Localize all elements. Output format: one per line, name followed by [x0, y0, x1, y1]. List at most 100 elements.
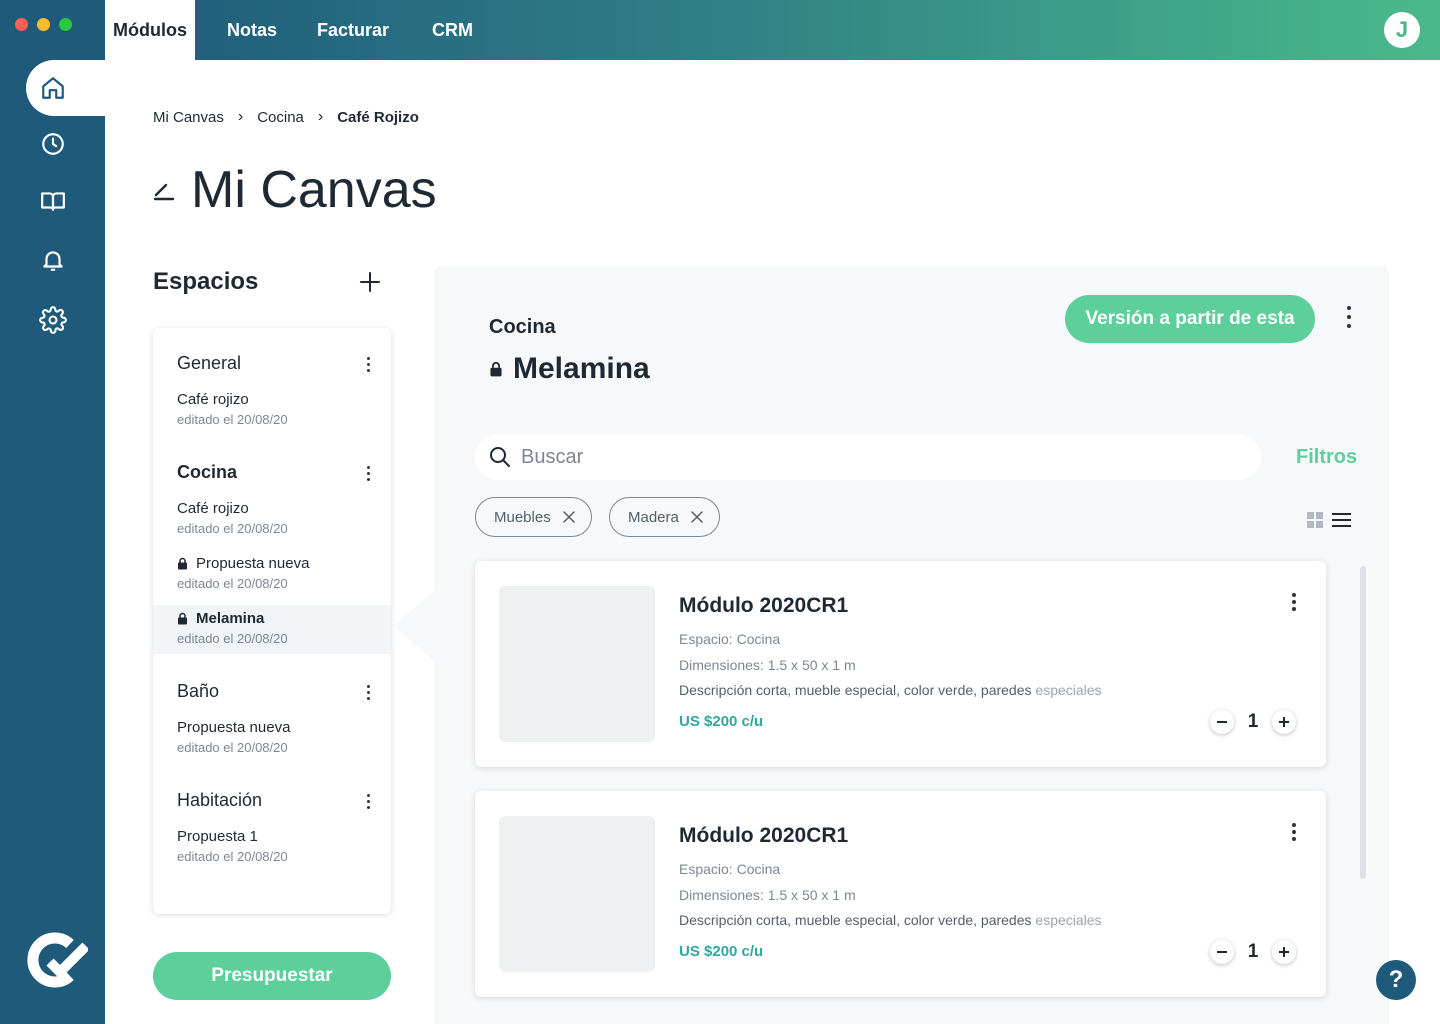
version-item-selected[interactable]: Melamina editado el 20/08/20 [153, 605, 391, 654]
tab-modulos[interactable]: Módulos [105, 0, 195, 60]
filter-chip[interactable]: Madera [609, 497, 720, 537]
detail-title-row: Melamina [489, 352, 650, 386]
minimize-window-button[interactable] [37, 18, 50, 31]
space-name-bano[interactable]: Baño [177, 681, 219, 702]
version-item[interactable]: Propuesta nueva editado el 20/08/20 [153, 719, 391, 755]
version-name: Propuesta nueva [177, 555, 391, 572]
breadcrumb: Mi Canvas › Cocina › Café Rojizo [153, 108, 419, 126]
clock-icon [41, 133, 64, 155]
version-item[interactable]: Propuesta 1 editado el 20/08/20 [153, 828, 391, 864]
product-price: US $200 c/u [679, 713, 764, 730]
increase-quantity-button[interactable] [1272, 710, 1296, 734]
product-description-text: Descripción corta, mueble especial, colo… [679, 682, 1036, 698]
zoom-window-button[interactable] [59, 18, 72, 31]
product-description-text: Descripción corta, mueble especial, colo… [679, 912, 1036, 928]
budget-button[interactable]: Presupuestar [153, 952, 391, 1000]
top-nav-bar: Módulos Notas Facturar CRM J [105, 0, 1440, 60]
rail-item-catalog[interactable] [0, 173, 105, 229]
new-version-button[interactable]: Versión a partir de esta [1065, 295, 1315, 343]
product-dimensions: Dimensiones: 1.5 x 50 x 1 m [679, 887, 856, 903]
plus-icon [1279, 717, 1289, 727]
chevron-right-icon: › [237, 108, 244, 125]
version-date: editado el 20/08/20 [177, 576, 288, 591]
filter-chip[interactable]: Muebles [475, 497, 592, 537]
version-name: Melamina [177, 610, 391, 627]
space-menu-button[interactable] [367, 357, 371, 375]
rail-item-history[interactable] [0, 116, 105, 172]
search-input[interactable] [521, 445, 1221, 469]
filters-link[interactable]: Filtros [1296, 446, 1357, 469]
quantity-value: 1 [1247, 941, 1259, 962]
product-description: Descripción corta, mueble especial, colo… [679, 912, 1102, 928]
rail-item-home[interactable] [26, 60, 105, 116]
list-view-icon[interactable] [1332, 512, 1351, 528]
tab-notas[interactable]: Notas [227, 0, 277, 60]
tab-crm[interactable]: CRM [432, 0, 473, 60]
space-menu-button[interactable] [367, 794, 371, 812]
user-avatar[interactable]: J [1384, 12, 1420, 48]
version-name: Propuesta 1 [177, 828, 258, 845]
product-description-fade: especiales [1035, 912, 1102, 928]
product-list-scrollbar[interactable] [1360, 566, 1366, 879]
detail-menu-button[interactable] [1347, 306, 1352, 333]
product-card[interactable]: Módulo 2020CR1 Espacio: Cocina Dimension… [475, 561, 1326, 767]
left-rail [0, 0, 105, 1024]
product-dimensions: Dimensiones: 1.5 x 50 x 1 m [679, 657, 856, 673]
close-icon[interactable] [691, 511, 703, 523]
close-window-button[interactable] [15, 18, 28, 31]
help-button[interactable]: ? [1376, 960, 1416, 1000]
rail-item-settings[interactable] [0, 292, 105, 348]
product-image [499, 586, 655, 742]
detail-version-title: Melamina [513, 352, 650, 385]
version-detail-panel: Cocina Melamina Versión a partir de esta… [434, 266, 1389, 1024]
plus-icon [1279, 947, 1289, 957]
add-space-button[interactable] [359, 271, 381, 293]
minus-icon [1217, 951, 1227, 953]
rail-item-notifications[interactable] [0, 232, 105, 288]
product-description-fade: especiales [1035, 682, 1102, 698]
book-icon [40, 192, 65, 211]
version-item[interactable]: Café rojizo editado el 20/08/20 [153, 500, 391, 536]
breadcrumb-current: Café Rojizo [337, 108, 419, 126]
version-name-text: Propuesta nueva [196, 555, 310, 572]
quantity-stepper: 1 [1210, 940, 1296, 964]
breadcrumb-item[interactable]: Mi Canvas [153, 109, 224, 126]
product-menu-button[interactable] [1292, 823, 1296, 844]
chip-label: Muebles [494, 508, 551, 526]
edit-pencil-icon[interactable] [153, 179, 175, 201]
breadcrumb-item[interactable]: Cocina [257, 109, 304, 126]
close-icon[interactable] [562, 511, 575, 523]
bell-icon [42, 251, 63, 271]
version-date: editado el 20/08/20 [177, 631, 288, 646]
version-item[interactable]: Propuesta nueva editado el 20/08/20 [153, 555, 391, 591]
space-menu-button[interactable] [367, 685, 371, 703]
version-name: Café rojizo [177, 391, 249, 408]
version-name-text: Melamina [196, 610, 265, 627]
chip-label: Madera [628, 508, 679, 526]
quantity-value: 1 [1247, 711, 1259, 732]
tab-facturar[interactable]: Facturar [317, 0, 389, 60]
version-name: Café rojizo [177, 500, 249, 517]
space-name-habitacion[interactable]: Habitación [177, 790, 262, 811]
increase-quantity-button[interactable] [1272, 940, 1296, 964]
version-date: editado el 20/08/20 [177, 412, 288, 427]
grid-view-icon[interactable] [1307, 512, 1323, 528]
lock-icon [490, 362, 502, 377]
lock-icon [178, 557, 187, 570]
decrease-quantity-button[interactable] [1210, 940, 1234, 964]
product-description: Descripción corta, mueble especial, colo… [679, 682, 1102, 698]
product-menu-button[interactable] [1292, 593, 1296, 614]
selection-pointer [393, 590, 435, 662]
version-date: editado el 20/08/20 [177, 740, 288, 755]
product-space: Espacio: Cocina [679, 861, 781, 877]
product-price: US $200 c/u [679, 943, 764, 960]
decrease-quantity-button[interactable] [1210, 710, 1234, 734]
space-name-general[interactable]: General [177, 353, 241, 374]
space-name-cocina[interactable]: Cocina [177, 462, 237, 483]
chevron-right-icon: › [317, 108, 324, 125]
search-icon [490, 447, 510, 467]
product-card[interactable]: Módulo 2020CR1 Espacio: Cocina Dimension… [475, 791, 1326, 997]
version-item[interactable]: Café rojizo editado el 20/08/20 [153, 391, 391, 427]
space-menu-button[interactable] [367, 466, 371, 484]
page-title-row: Mi Canvas [153, 160, 437, 220]
